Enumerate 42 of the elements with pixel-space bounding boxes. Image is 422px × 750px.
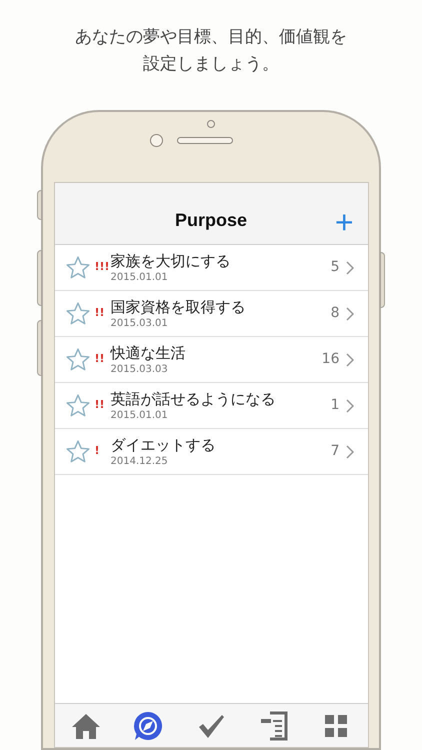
chevron-right-icon — [346, 398, 354, 412]
chevron-right-icon — [346, 444, 354, 458]
item-count: 8 — [330, 304, 340, 323]
sensor-icon — [150, 134, 162, 147]
goal-date: 2015.03.03 — [110, 364, 169, 375]
star-icon[interactable] — [64, 346, 90, 372]
list-row[interactable]: ! ダイエットする 2014.12.25 7 — [54, 429, 368, 475]
list-row[interactable]: !! 英語が話せるようになる 2015.01.01 1 — [54, 383, 368, 429]
item-count: 5 — [330, 258, 340, 277]
goal-title: ダイエットする — [110, 436, 216, 455]
priority-mark: !!! — [94, 259, 110, 276]
star-icon[interactable] — [64, 438, 90, 464]
list-row[interactable]: !!!家族を大切にする 2015.01.01 5 — [54, 245, 368, 291]
chevron-right-icon — [346, 352, 354, 366]
star-icon[interactable] — [64, 392, 90, 418]
priority-mark: !! — [94, 305, 106, 322]
priority-mark: !! — [94, 351, 106, 368]
camera-icon — [207, 120, 215, 128]
caption-text: 設定しましょう。 — [143, 56, 279, 73]
goal-title: 英語が話せるようになる — [110, 390, 276, 409]
compass-icon[interactable] — [132, 710, 164, 742]
goal-date: 2015.01.01 — [110, 410, 169, 421]
goal-title: 快適な生活 — [110, 344, 186, 363]
goal-title: 家族を大切にする — [110, 252, 232, 271]
speaker-icon — [176, 137, 232, 144]
goal-date: 2015.01.01 — [110, 272, 169, 283]
goal-date: 2015.03.01 — [110, 318, 169, 329]
priority-mark: ! — [94, 443, 101, 460]
list-row[interactable]: !! 快適な生活 2015.03.03 16 — [54, 337, 368, 383]
chevron-right-icon — [346, 306, 354, 320]
list-row[interactable]: !! 国家資格を取得する 2015.03.01 8 — [54, 291, 368, 337]
goal-date: 2014.12.25 — [110, 456, 169, 467]
item-count: 7 — [330, 442, 340, 461]
caption-text: あなたの夢や目標、目的、価値観を — [75, 29, 347, 46]
goal-title: 国家資格を取得する — [110, 298, 246, 317]
priority-mark: !! — [94, 397, 106, 414]
star-icon[interactable] — [64, 300, 90, 326]
item-count: 16 — [322, 350, 340, 369]
star-icon[interactable] — [64, 254, 90, 280]
nav-title: Purpose — [174, 209, 248, 232]
item-count: 1 — [330, 396, 340, 415]
chevron-right-icon — [346, 260, 354, 274]
